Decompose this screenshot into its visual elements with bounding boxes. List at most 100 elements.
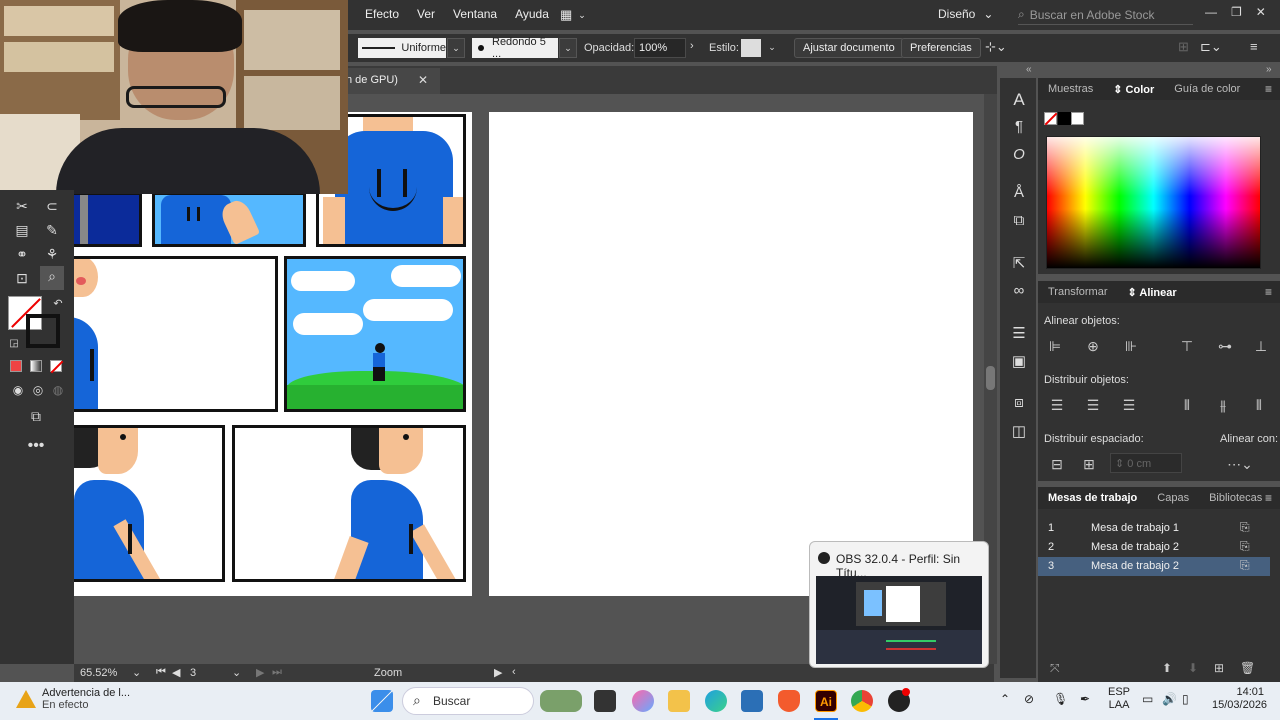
artboard-row[interactable]: 1 Mesa de trabajo 1 ⎘: [1038, 519, 1270, 538]
opacity-field[interactable]: 100%: [634, 38, 686, 58]
color-mode-icon[interactable]: [10, 360, 22, 372]
swap-colors-icon[interactable]: ↶: [48, 294, 68, 314]
panel-menu-icon[interactable]: ≡: [1265, 285, 1272, 299]
artboard-row-selected[interactable]: 3 Mesa de trabajo 2 ⎘: [1038, 557, 1270, 576]
eyedropper-icon[interactable]: ✎: [42, 220, 62, 240]
task-view-icon[interactable]: [594, 690, 616, 712]
tab-alinear[interactable]: ⇕ Alinear: [1118, 286, 1187, 299]
glyphs-icon[interactable]: Å: [1008, 184, 1030, 206]
stroke-profile-dropdown[interactable]: ⌄: [447, 38, 465, 58]
microphone-icon[interactable]: 🎙: [1053, 692, 1068, 706]
distribute-hspace-icon[interactable]: ⊞: [1080, 455, 1098, 473]
artboard-options-icon[interactable]: ⎘: [1240, 539, 1250, 554]
align-left-icon[interactable]: ⊫: [1046, 337, 1064, 355]
distribute-left-icon[interactable]: ⫴: [1178, 396, 1196, 414]
trash-icon[interactable]: 🗑: [1240, 661, 1255, 675]
gradient-icon[interactable]: ▤: [12, 220, 32, 240]
paragraph-icon[interactable]: ¶: [1008, 118, 1030, 140]
zoom-tool-icon[interactable]: ⌕: [40, 266, 64, 290]
artboard-row[interactable]: 2 Mesa de trabajo 2 ⎘: [1038, 538, 1270, 557]
chrome-icon[interactable]: [851, 690, 873, 712]
battery-icon[interactable]: ▯: [1182, 692, 1189, 706]
close-icon[interactable]: ✕: [1256, 5, 1266, 19]
style-dropdown[interactable]: ⌄: [763, 38, 781, 58]
distribute-bottom-icon[interactable]: ☰: [1120, 396, 1138, 414]
align-vcenter-icon[interactable]: ⊶: [1216, 337, 1234, 355]
comic-panel-4[interactable]: [74, 256, 278, 412]
tab-transformar[interactable]: Transformar: [1038, 286, 1118, 298]
file-explorer-icon[interactable]: [668, 690, 690, 712]
style-swatch[interactable]: [741, 39, 761, 57]
comic-panel-6[interactable]: [74, 425, 225, 582]
tab-capas[interactable]: Capas: [1147, 492, 1199, 504]
zoom-level[interactable]: 65.52%: [80, 667, 117, 679]
character-icon[interactable]: A: [1008, 90, 1030, 112]
distribute-vspace-icon[interactable]: ⊟: [1048, 455, 1066, 473]
close-icon[interactable]: ✕: [418, 73, 428, 87]
status-menu-icon[interactable]: ▶: [494, 666, 502, 679]
draw-behind-icon[interactable]: ◎: [28, 380, 48, 400]
store-icon[interactable]: [741, 690, 763, 712]
export-icon[interactable]: ⇱: [1008, 254, 1030, 276]
stroke-panel-icon[interactable]: ☰: [1008, 324, 1030, 346]
stock-search-input[interactable]: ⌕ Buscar en Adobe Stock: [1018, 5, 1193, 25]
arrange-documents-button[interactable]: ▦ ⌄: [560, 7, 586, 23]
artboard-number-field[interactable]: 3: [190, 667, 196, 679]
artboard-options-icon[interactable]: ⎘: [1240, 558, 1250, 573]
pathfinder-icon[interactable]: ⧈: [1008, 394, 1030, 416]
copilot-icon[interactable]: [632, 690, 654, 712]
align-top-icon[interactable]: ⊤: [1178, 337, 1196, 355]
brush-select[interactable]: Redondo 5 ...: [472, 36, 558, 60]
warning-icon[interactable]: [16, 690, 36, 708]
distribute-hcenter-icon[interactable]: ⫵: [1214, 396, 1232, 414]
first-artboard-icon[interactable]: ⏮: [156, 666, 166, 679]
links-icon[interactable]: ∞: [1008, 282, 1030, 304]
widget-landscape-icon[interactable]: [540, 690, 582, 712]
move-down-icon[interactable]: ⬇: [1188, 661, 1198, 675]
chevron-down-icon[interactable]: ⌄: [232, 666, 241, 679]
opentype-icon[interactable]: O: [1008, 146, 1030, 168]
panel-menu-icon[interactable]: ≡: [1250, 39, 1258, 54]
edge-icon[interactable]: [705, 690, 727, 712]
screen-mode-icon[interactable]: ⧉: [26, 406, 46, 426]
none-mode-icon[interactable]: [50, 360, 64, 374]
panel-menu-icon[interactable]: ≡: [1265, 491, 1272, 505]
display-icon[interactable]: ▭: [1142, 692, 1153, 706]
prev-artboard-icon[interactable]: ◀: [172, 666, 180, 679]
network-off-icon[interactable]: ⊘: [1024, 692, 1034, 706]
scroll-left-icon[interactable]: ‹: [512, 666, 516, 678]
collapse-left-icon[interactable]: «: [1026, 64, 1032, 75]
brush-dropdown[interactable]: ⌄: [559, 38, 577, 58]
scroll-thumb[interactable]: [986, 366, 995, 390]
none-swatch[interactable]: [1044, 112, 1058, 126]
distribute-right-icon[interactable]: ⫴: [1250, 396, 1268, 414]
language-indicator[interactable]: ESP LAA: [1108, 686, 1130, 712]
obs-taskbar-preview[interactable]: OBS 32.0.4 - Perfil: Sin Títu...: [809, 541, 989, 668]
gradient-panel-icon[interactable]: ▣: [1008, 352, 1030, 374]
artboard-options-icon[interactable]: ⎘: [1240, 520, 1250, 535]
black-swatch[interactable]: [1058, 112, 1071, 125]
transform-icon[interactable]: ⊹⌄: [985, 39, 1007, 55]
obs-thumbnail[interactable]: [816, 576, 982, 664]
weather-widget[interactable]: Advertencia de l... En efecto: [42, 687, 130, 711]
distribute-vcenter-icon[interactable]: ☰: [1084, 396, 1102, 414]
move-up-icon[interactable]: ⬆: [1162, 661, 1172, 675]
menu-ventana[interactable]: Ventana: [453, 7, 497, 21]
distribute-top-icon[interactable]: ☰: [1048, 396, 1066, 414]
white-swatch[interactable]: [1071, 112, 1084, 125]
next-artboard-icon[interactable]: ▶: [256, 666, 264, 679]
comic-panel-1[interactable]: [74, 192, 142, 247]
symbols-icon[interactable]: ⧉: [1008, 212, 1030, 234]
restore-icon[interactable]: ❐: [1231, 5, 1242, 19]
comic-panel-2[interactable]: [152, 192, 306, 247]
chevron-down-icon[interactable]: ⌄: [132, 666, 141, 679]
collapse-right-icon[interactable]: »: [1266, 64, 1272, 75]
blend-icon[interactable]: ⚭: [12, 244, 32, 264]
brave-icon[interactable]: [778, 690, 800, 712]
tab-bibliotecas[interactable]: Bibliotecas: [1199, 492, 1272, 504]
comic-panel-5[interactable]: [284, 256, 466, 412]
draw-inside-icon[interactable]: ◍: [48, 380, 68, 400]
preferences-button[interactable]: Preferencias: [901, 38, 981, 58]
stroke-profile-select[interactable]: Uniforme: [358, 38, 446, 58]
more-tools-icon[interactable]: •••: [26, 436, 46, 456]
